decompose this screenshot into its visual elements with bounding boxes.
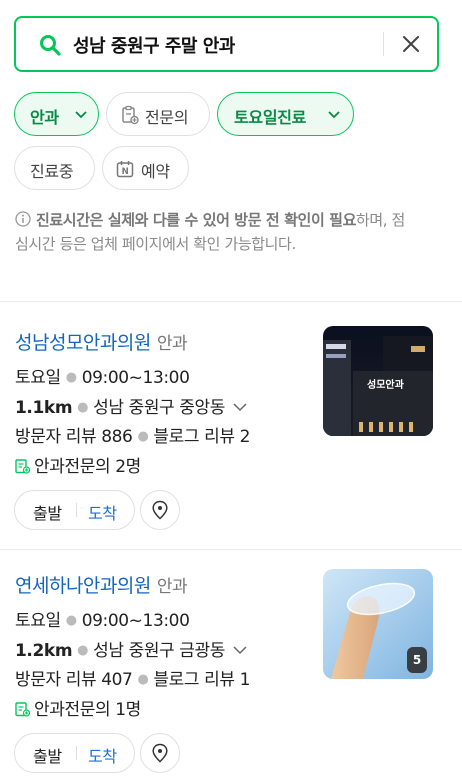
place-photo[interactable]: 성모안과 bbox=[323, 326, 433, 436]
filter-chip-specialist[interactable]: 전문의 bbox=[106, 92, 210, 136]
start-button[interactable]: 출발 bbox=[33, 500, 62, 524]
start-button[interactable]: 출발 bbox=[33, 743, 62, 767]
filter-chip-saturday[interactable]: 토요일진료 bbox=[217, 92, 354, 136]
map-pin-button[interactable] bbox=[140, 490, 180, 530]
review-counts: 방문자 리뷰 407 ● 블로그 리뷰 1 bbox=[15, 665, 250, 690]
place-category: 안과 bbox=[156, 334, 188, 354]
result-title[interactable]: 성남성모안과의원 안과 bbox=[15, 328, 188, 355]
filter-chip-label: 예약 bbox=[141, 162, 170, 181]
distance-address[interactable]: 1.1km ● 성남 중원구 중앙동 bbox=[15, 393, 247, 418]
filter-chip-booking[interactable]: N 예약 bbox=[102, 146, 189, 190]
filter-chip-open-now[interactable]: 진료중 bbox=[14, 146, 95, 190]
chevron-down-icon[interactable] bbox=[233, 646, 247, 655]
map-pin-icon bbox=[152, 500, 168, 520]
section-divider bbox=[0, 301, 462, 302]
filter-chip-ophthalmology[interactable]: 안과 bbox=[14, 92, 99, 136]
search-box[interactable]: 성남 중원구 주말 안과 bbox=[14, 16, 439, 72]
specialist-info: 안과전문의 2명 bbox=[15, 452, 141, 477]
arrive-button[interactable]: 도착 bbox=[88, 500, 117, 524]
review-counts: 방문자 리뷰 886 ● 블로그 리뷰 2 bbox=[15, 422, 250, 447]
route-divider bbox=[76, 746, 77, 760]
chevron-down-icon bbox=[328, 111, 340, 119]
place-photo[interactable]: 5 bbox=[323, 569, 433, 679]
route-divider bbox=[76, 503, 77, 517]
naver-booking-icon: N bbox=[116, 161, 134, 178]
section-divider bbox=[0, 549, 462, 550]
filter-chip-label: 안과 bbox=[30, 108, 59, 127]
business-hours: 토요일 ● 09:00~13:00 bbox=[15, 363, 190, 388]
info-icon bbox=[15, 211, 31, 227]
notice-bold-text: 진료시간은 실제와 다를 수 있어 방문 전 확인이 필요 bbox=[36, 211, 356, 229]
filter-chip-label: 토요일진료 bbox=[234, 108, 307, 127]
close-icon[interactable] bbox=[400, 33, 422, 55]
arrive-button[interactable]: 도착 bbox=[88, 743, 117, 767]
hours-time: 09:00~13:00 bbox=[81, 368, 190, 388]
hours-time: 09:00~13:00 bbox=[81, 611, 190, 631]
sign-text: 성모안과 bbox=[367, 380, 404, 391]
place-name-link[interactable]: 성남성모안과의원 bbox=[15, 332, 151, 354]
distance: 1.2km bbox=[15, 641, 73, 661]
chevron-down-icon bbox=[75, 111, 87, 119]
search-divider bbox=[383, 32, 384, 56]
doctor-doc-icon bbox=[122, 105, 139, 125]
dot-separator: ● bbox=[137, 672, 149, 687]
visitor-reviews: 방문자 리뷰 886 bbox=[15, 427, 133, 447]
search-input[interactable]: 성남 중원구 주말 안과 bbox=[73, 32, 235, 58]
address: 성남 중원구 금광동 bbox=[93, 641, 226, 661]
hours-day: 토요일 bbox=[15, 368, 61, 388]
distance: 1.1km bbox=[15, 398, 73, 418]
svg-text:N: N bbox=[122, 167, 129, 177]
map-pin-icon bbox=[152, 743, 168, 763]
distance-address[interactable]: 1.2km ● 성남 중원구 금광동 bbox=[15, 636, 247, 661]
search-icon bbox=[40, 35, 61, 56]
address: 성남 중원구 중앙동 bbox=[93, 398, 226, 418]
result-title[interactable]: 연세하나안과의원 안과 bbox=[15, 571, 188, 598]
dot-separator: ● bbox=[65, 613, 77, 628]
specialist-count: 안과전문의 2명 bbox=[34, 457, 141, 477]
hours-notice: 진료시간은 실제와 다를 수 있어 방문 전 확인이 필요하며, 점심시간 등은… bbox=[15, 208, 415, 256]
blog-reviews: 블로그 리뷰 1 bbox=[153, 670, 251, 690]
dot-separator: ● bbox=[77, 400, 89, 415]
place-category: 안과 bbox=[156, 577, 188, 597]
hours-day: 토요일 bbox=[15, 611, 61, 631]
business-hours: 토요일 ● 09:00~13:00 bbox=[15, 606, 190, 631]
map-pin-button[interactable] bbox=[140, 733, 180, 773]
chevron-down-icon[interactable] bbox=[233, 403, 247, 412]
filter-chip-label: 전문의 bbox=[145, 108, 189, 127]
doctor-doc-icon bbox=[15, 702, 30, 717]
place-name-link[interactable]: 연세하나안과의원 bbox=[15, 575, 151, 597]
route-button[interactable]: 출발 도착 bbox=[14, 733, 135, 773]
dot-separator: ● bbox=[137, 429, 149, 444]
specialist-count: 안과전문의 1명 bbox=[34, 700, 141, 720]
route-button[interactable]: 출발 도착 bbox=[14, 490, 135, 530]
doctor-doc-icon bbox=[15, 459, 30, 474]
filter-chip-label: 진료중 bbox=[30, 162, 74, 181]
visitor-reviews: 방문자 리뷰 407 bbox=[15, 670, 133, 690]
photo-count-badge: 5 bbox=[407, 647, 427, 673]
dot-separator: ● bbox=[65, 370, 77, 385]
specialist-info: 안과전문의 1명 bbox=[15, 695, 141, 720]
dot-separator: ● bbox=[77, 643, 89, 658]
blog-reviews: 블로그 리뷰 2 bbox=[153, 427, 251, 447]
